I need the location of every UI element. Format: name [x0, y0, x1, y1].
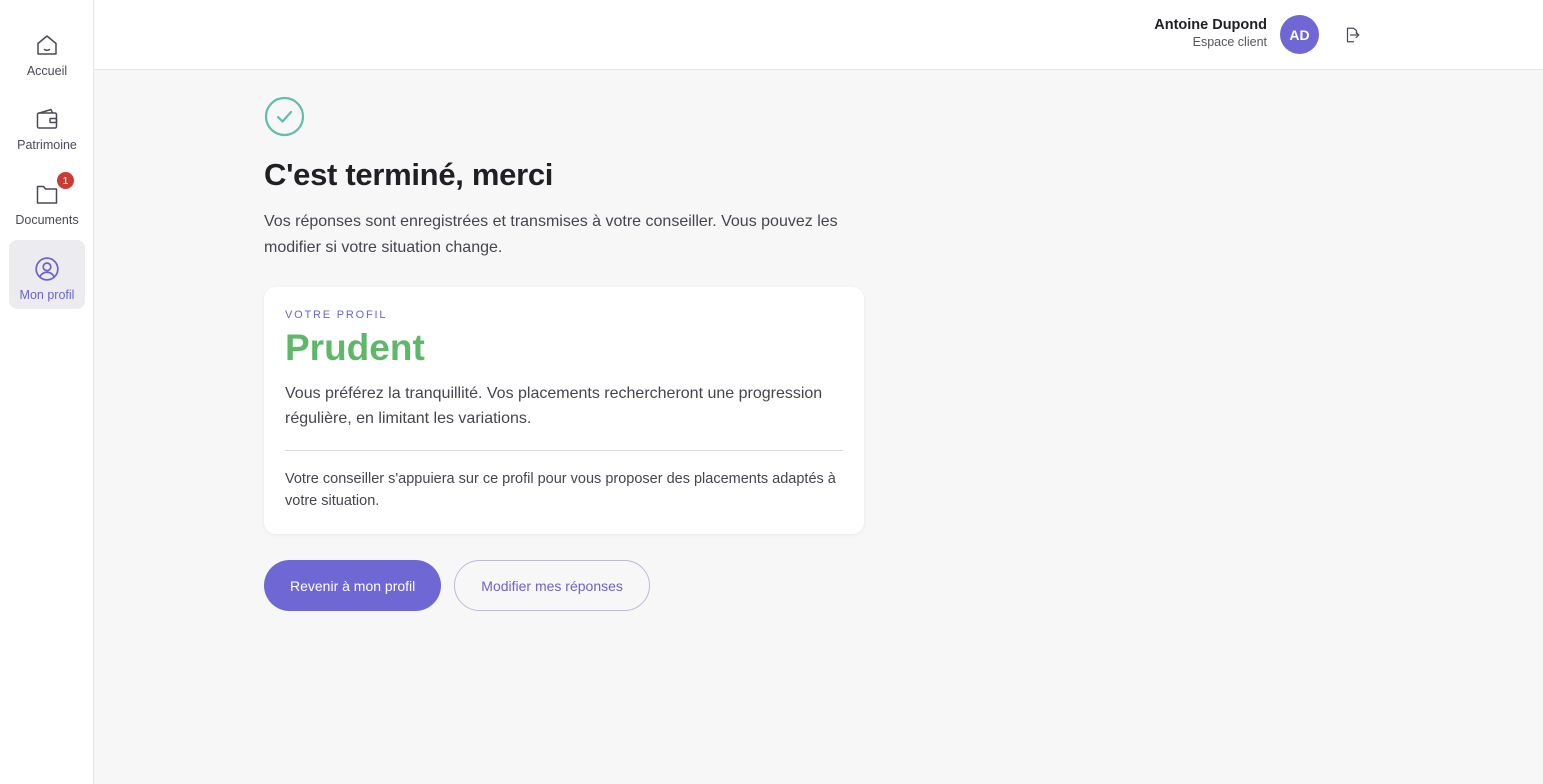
- action-buttons: Revenir à mon profil Modifier mes répons…: [264, 560, 884, 611]
- notification-badge: 1: [57, 172, 74, 189]
- intro-text: Vos réponses sont enregistrées et transm…: [264, 213, 838, 256]
- profile-description: Vous préférez la tranquillité. Vos place…: [285, 385, 823, 427]
- avatar[interactable]: AD: [1280, 15, 1319, 54]
- user-circle-icon: [34, 256, 60, 282]
- sidebar-item-mon-profil[interactable]: Mon profil: [9, 240, 85, 309]
- sidebar: Accueil Patrimoine 1 Documents Mon profi…: [0, 0, 94, 784]
- check-circle-icon: [264, 96, 305, 137]
- profile-card: Votre profil Prudent Vous préférez la tr…: [264, 287, 864, 534]
- sidebar-item-label: Patrimoine: [17, 138, 77, 152]
- home-icon: [34, 32, 60, 58]
- profile-note: Votre conseiller s'appuiera sur ce profi…: [285, 471, 836, 509]
- edit-answers-button[interactable]: Modifier mes réponses: [454, 560, 650, 611]
- sidebar-item-label: Accueil: [26, 64, 68, 78]
- page-title: C'est terminé, merci: [264, 157, 554, 192]
- topbar: Antoine Dupond Espace client AD: [94, 0, 1543, 70]
- sidebar-item-patrimoine[interactable]: Patrimoine: [9, 90, 85, 159]
- folder-icon: 1: [34, 172, 74, 207]
- main-content: C'est terminé, merci Vos réponses sont e…: [264, 96, 884, 611]
- divider: [285, 450, 843, 451]
- card-eyebrow: Votre profil: [285, 309, 388, 321]
- sidebar-item-documents[interactable]: 1 Documents: [9, 165, 85, 234]
- user-name: Antoine Dupond: [1154, 17, 1267, 33]
- user-info: Antoine Dupond Espace client: [1154, 17, 1267, 49]
- user-subtitle: Espace client: [1192, 35, 1267, 49]
- sidebar-item-accueil[interactable]: Accueil: [9, 16, 85, 85]
- wallet-icon: [34, 106, 60, 132]
- profile-name: Prudent: [285, 327, 425, 368]
- back-to-profile-button[interactable]: Revenir à mon profil: [264, 560, 442, 611]
- sidebar-item-label: Documents: [15, 213, 79, 227]
- sidebar-item-label: Mon profil: [19, 288, 75, 302]
- logout-icon[interactable]: [1341, 24, 1363, 46]
